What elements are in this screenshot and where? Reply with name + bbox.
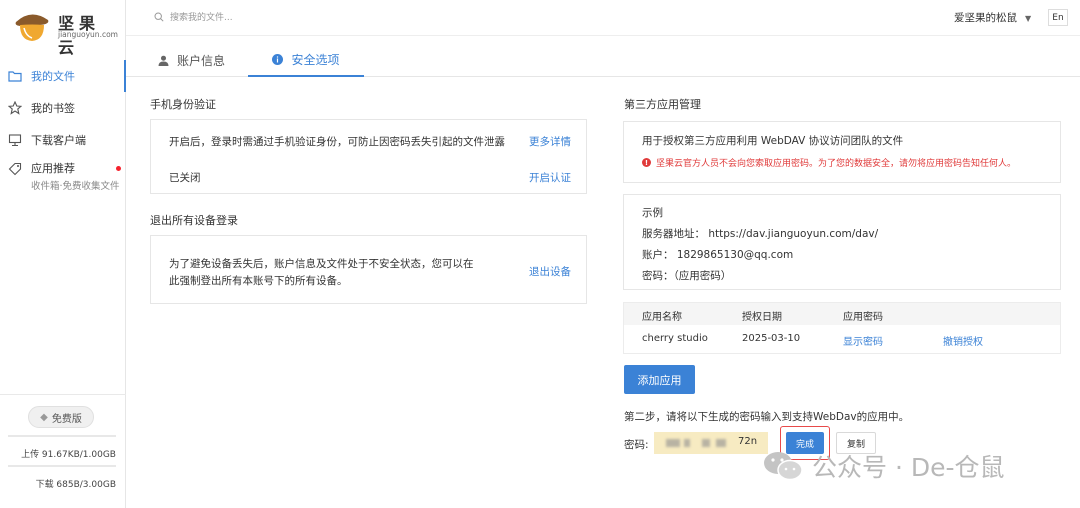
tab-account-info[interactable]: 账户信息 (158, 44, 225, 77)
password-label: 密码: (624, 439, 649, 451)
example-title: 示例 (642, 207, 663, 219)
download-quota-bar (8, 465, 116, 467)
enable-verify-link[interactable]: 开启认证 (529, 170, 571, 185)
password-redaction (666, 439, 680, 447)
app-name-cell: cherry studio (642, 333, 708, 344)
caret-down-icon: ▼ (1025, 14, 1032, 23)
phone-verify-card: 开启后，登录时需通过手机验证身份，可防止因密码丢失引起的文件泄露 更多详情 已关… (150, 119, 587, 194)
user-name: 爱坚果的松鼠 (954, 12, 1017, 24)
sidebar-item-my-files[interactable]: 我的文件 (0, 60, 126, 92)
example-password: 密码：（应用密码） (642, 270, 732, 282)
third-party-desc: 用于授权第三方应用利用 WebDAV 协议访问团队的文件 (642, 135, 904, 147)
tab-bar: 账户信息 安全选项 (126, 44, 1080, 77)
download-quota-text: 下载 685B/3.00GB (35, 480, 116, 490)
revoke-auth-link[interactable]: 撤销授权 (943, 333, 983, 348)
logout-all-title: 退出所有设备登录 (150, 214, 238, 227)
sidebar-item-bookmarks[interactable]: 我的书签 (0, 92, 126, 124)
sidebar-item-sublabel: 收件箱·免费收集文件 (31, 181, 120, 192)
third-party-title: 第三方应用管理 (624, 98, 701, 111)
sidebar-item-label: 应用推荐 (31, 162, 75, 175)
show-password-link[interactable]: 显示密码 (843, 333, 883, 348)
upload-quota-text: 上传 91.67KB/1.00GB (21, 450, 116, 460)
example-server: 服务器地址： https://dav.jianguoyun.com/dav/ (642, 228, 879, 240)
password-redaction (702, 439, 710, 447)
sidebar-nav: 我的文件 我的书签 下载客户端 应用推荐 收件箱·免费收集文件 (0, 60, 126, 194)
password-redaction (716, 439, 726, 447)
upload-quota-bar (8, 435, 116, 437)
logo[interactable]: 坚果云 jianguoyun.com (10, 8, 120, 57)
logout-devices-link[interactable]: 退出设备 (529, 264, 571, 279)
upload-quota: 上传 91.67KB/1.00GB (8, 435, 116, 460)
logout-desc-line1: 为了避免设备丢失后，账户信息及文件处于不安全状态，您可以在 (169, 258, 474, 270)
tab-security-options[interactable]: 安全选项 (248, 44, 364, 77)
col-auth-date: 授权日期 (742, 312, 782, 323)
warning-icon: ! (642, 158, 651, 167)
logout-all-card: 为了避免设备丢失后，账户信息及文件处于不安全状态，您可以在 此强制登出所有本账号… (150, 235, 587, 304)
star-icon (8, 101, 22, 115)
sidebar-item-label: 我的文件 (31, 70, 75, 83)
phone-verify-title: 手机身份验证 (150, 98, 216, 111)
search-placeholder: 搜索我的文件... (170, 13, 233, 23)
sidebar-item-label: 我的书签 (31, 102, 75, 115)
tab-label: 账户信息 (177, 54, 226, 68)
password-tail: 72n (738, 436, 758, 447)
wechat-icon (764, 452, 803, 481)
watermark-text: 公众号 · De-仓鼠 (812, 453, 1005, 482)
auth-date-cell: 2025-03-10 (742, 333, 801, 344)
diamond-icon: ◆ (40, 411, 48, 423)
topbar: 搜索我的文件... 爱坚果的松鼠 ▼ En (126, 0, 1080, 36)
sidebar-item-label: 下载客户端 (31, 134, 86, 147)
notification-dot (116, 166, 121, 171)
phone-verify-status: 已关闭 (169, 172, 201, 184)
user-icon (158, 55, 169, 66)
logout-desc-line2: 此强制登出所有本账号下的所有设备。 (169, 275, 348, 287)
watermark: 公众号 · De-仓鼠 (762, 448, 1005, 484)
sidebar-item-app-recommend[interactable]: 应用推荐 收件箱·免费收集文件 (0, 156, 126, 194)
third-party-card: 用于授权第三方应用利用 WebDAV 协议访问团队的文件 ! 坚果云官方人员不会… (623, 121, 1061, 183)
col-app-name: 应用名称 (642, 312, 682, 323)
search-input[interactable]: 搜索我的文件... (154, 10, 233, 23)
warning-text: 坚果云官方人员不会向您索取应用密码。为了您的数据安全，请勿将应用密码告知任何人。 (656, 159, 1017, 169)
example-card: 示例 服务器地址： https://dav.jianguoyun.com/dav… (623, 194, 1061, 290)
acorn-logo-icon (15, 14, 49, 41)
step-two-text: 第二步，请将以下生成的密码输入到支持WebDav的应用中。 (624, 411, 910, 423)
download-quota: 下载 685B/3.00GB (8, 465, 116, 490)
plan-label: 免费版 (51, 413, 82, 425)
sidebar-item-download-client[interactable]: 下载客户端 (0, 124, 126, 156)
phone-verify-desc: 开启后，登录时需通过手机验证身份，可防止因密码丢失引起的文件泄露 (169, 136, 505, 148)
folder-icon (8, 71, 22, 82)
plan-badge[interactable]: ◆ 免费版 (28, 406, 94, 428)
sidebar-divider (0, 394, 126, 395)
add-app-button[interactable]: 添加应用 (624, 365, 695, 394)
generated-password[interactable]: 72n (654, 432, 768, 454)
user-menu[interactable]: 爱坚果的松鼠 ▼ (954, 10, 1031, 25)
tab-label: 安全选项 (291, 53, 340, 67)
logo-domain: jianguoyun.com (58, 30, 118, 39)
table-header: 应用名称 授权日期 应用密码 (624, 303, 1060, 325)
example-account: 账户： 1829865130@qq.com (642, 249, 794, 261)
language-switch[interactable]: En (1048, 9, 1068, 26)
security-warning: ! 坚果云官方人员不会向您索取应用密码。为了您的数据安全，请勿将应用密码告知任何… (642, 156, 1016, 169)
password-redaction (684, 439, 690, 447)
authorized-apps-table: 应用名称 授权日期 应用密码 cherry studio 2025-03-10 … (623, 302, 1061, 354)
tag-icon (8, 162, 22, 176)
sidebar: 坚果云 jianguoyun.com 我的文件 我的书签 下载客户端 应用推荐 … (0, 0, 126, 508)
more-details-link[interactable]: 更多详情 (529, 134, 571, 149)
search-icon (154, 11, 164, 22)
col-app-password: 应用密码 (843, 312, 883, 323)
monitor-icon (8, 134, 22, 147)
info-icon (272, 54, 284, 65)
